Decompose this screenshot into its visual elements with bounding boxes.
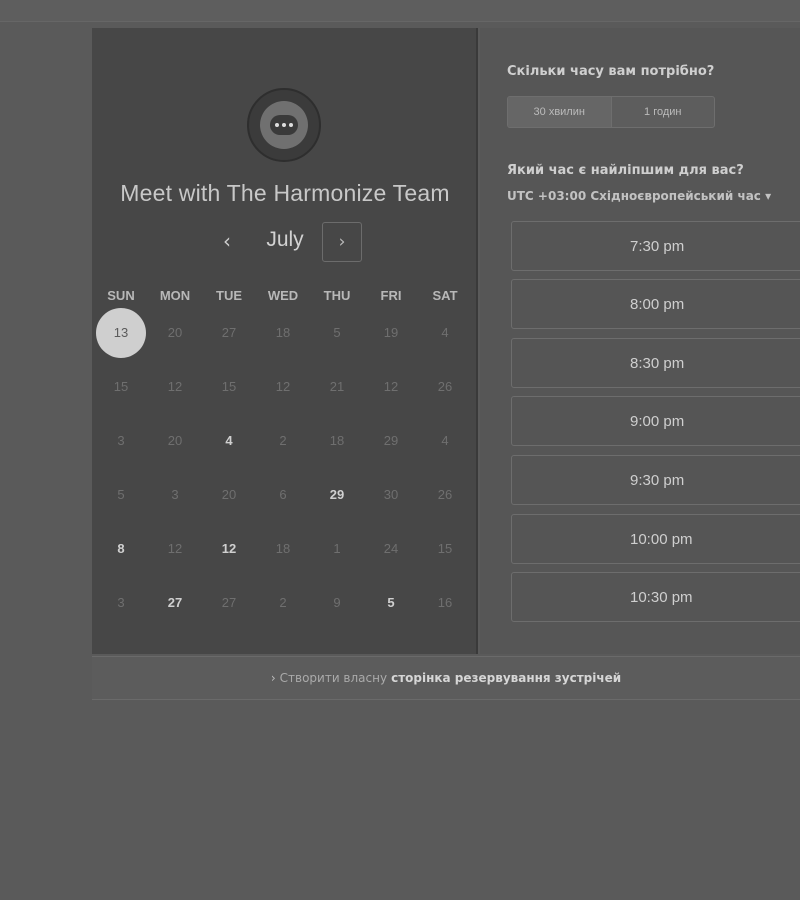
booking-panel: Скільки часу вам потрібно? 30 хвилин 1 го… [480,28,800,654]
time-question: Який час є найліпшим для вас? [507,163,744,178]
calendar-day: 18 [275,541,291,556]
timezone-select[interactable]: UTC +03:00 Східноєвропейський час ▾ [507,189,771,203]
time-slot-button[interactable]: 10:30 pm [511,572,800,622]
time-slot-button[interactable]: 8:30 pm [511,338,800,388]
calendar-day: 19 [383,325,399,340]
chevron-left-icon: ‹ [223,229,231,253]
time-slot-button[interactable]: 9:00 pm [511,396,800,446]
calendar-day: 5 [117,487,125,502]
calendar-day: 6 [279,487,287,502]
weekday-tue: TUE [216,288,242,303]
time-slot-button[interactable]: 7:30 pm [511,221,800,271]
calendar-day: 20 [221,487,237,502]
calendar-day: 3 [117,595,125,610]
calendar-day: 15 [221,379,237,394]
time-slot-button[interactable]: 10:00 pm [511,514,800,564]
calendar-day[interactable]: 8 [96,524,146,574]
footer-link[interactable]: › Створити власну сторінка резервування … [92,656,800,700]
calendar-day: 3 [117,433,125,448]
duration-question: Скільки часу вам потрібно? [507,64,715,79]
calendar-day: 12 [275,379,291,394]
team-logo [247,88,321,162]
calendar-day: 2 [279,433,287,448]
selected-day[interactable]: 13 [96,308,146,358]
weekday-sun: SUN [107,288,135,303]
calendar-panel: Meet with The Harmonize Team ‹ July › SU… [92,28,478,654]
calendar-day[interactable]: 4 [204,416,254,466]
calendar-day: 4 [441,433,449,448]
calendar-day[interactable]: 29 [312,470,362,520]
weekday-header: SUN MON TUE WED THU FRI SAT [92,288,478,306]
calendar-day[interactable]: 12 [204,524,254,574]
calendar-day: 4 [441,325,449,340]
calendar-day: 15 [437,541,453,556]
calendar-day: 26 [437,487,453,502]
time-slot-button[interactable]: 8:00 pm [511,279,800,329]
time-slot-button[interactable]: 9:30 pm [511,455,800,505]
weekday-thu: THU [323,288,351,303]
month-navigation: ‹ July › [92,222,478,262]
calendar-day: 27 [221,595,237,610]
page-title: Meet with The Harmonize Team [120,180,450,206]
footer-link-text[interactable]: сторінка резервування зустрічей [391,671,621,685]
calendar-day: 3 [171,487,179,502]
weekday-mon: MON [159,288,191,303]
calendar-day: 24 [383,541,399,556]
calendar-day: 29 [383,433,399,448]
calendar-day: 12 [383,379,399,394]
calendar-day: 20 [167,433,183,448]
timezone-label: UTC +03:00 Східноєвропейський час [507,189,761,203]
calendar-day: 21 [329,379,345,394]
calendar-day[interactable]: 27 [150,578,200,628]
calendar-day: 2 [279,595,287,610]
calendar-day: 15 [113,379,129,394]
weekday-sat: SAT [432,288,458,303]
calendar-day: 20 [167,325,183,340]
calendar-day: 9 [333,595,341,610]
weekday-fri: FRI [380,288,402,303]
calendar-day[interactable]: 5 [366,578,416,628]
weekday-wed: WED [267,288,299,303]
calendar-day: 16 [437,595,453,610]
calendar-day: 1 [333,541,341,556]
calendar-day: 18 [329,433,345,448]
duration-selector: 30 хвилин 1 годин [507,96,715,128]
prev-month-button[interactable]: ‹ [212,226,242,256]
calendar-day: 26 [437,379,453,394]
duration-option[interactable]: 1 годин [610,97,715,127]
calendar-day: 12 [167,541,183,556]
month-label: July [266,228,304,251]
next-month-button[interactable]: › [322,222,362,262]
footer-prefix: Створити власну [279,671,388,685]
duration-option[interactable]: 30 хвилин [508,97,611,127]
calendar-day: 5 [333,325,341,340]
calendar-day: 12 [167,379,183,394]
chevron-right-icon: › [270,671,276,685]
chevron-right-icon: › [338,232,346,252]
top-strip [0,0,800,22]
caret-down-icon: ▾ [765,189,772,203]
chat-bubble-icon [260,101,308,149]
calendar-day: 30 [383,487,399,502]
calendar-day: 18 [275,325,291,340]
calendar-day: 27 [221,325,237,340]
